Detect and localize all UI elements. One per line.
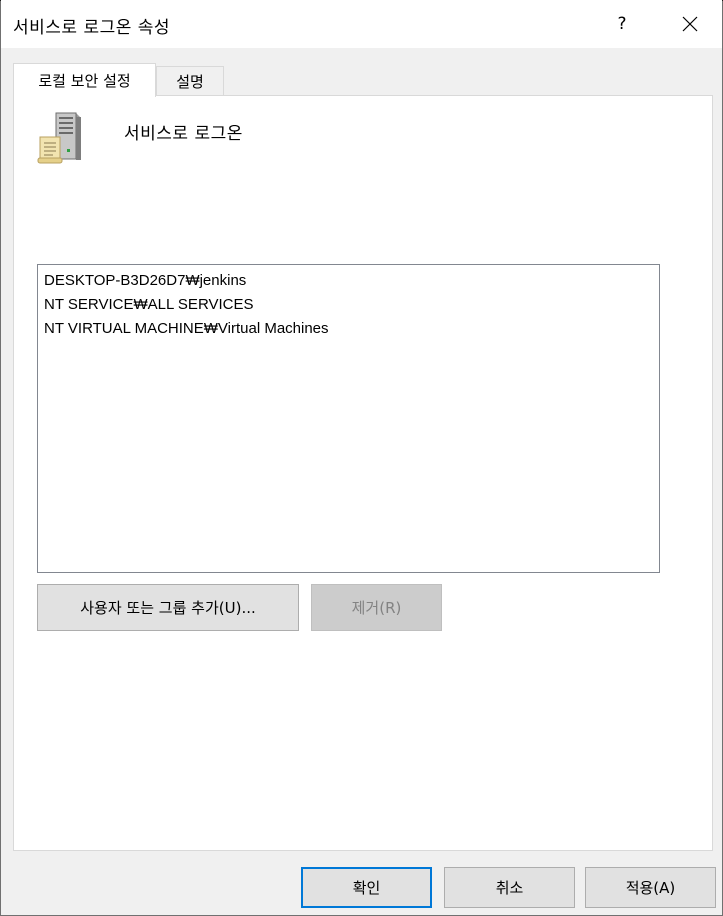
policy-name: 서비스로 로그온	[124, 124, 243, 144]
tab-label: 설명	[176, 73, 204, 91]
help-button[interactable]: ?	[599, 2, 645, 46]
list-item[interactable]: NT VIRTUAL MACHINE₩Virtual Machines	[38, 317, 659, 341]
server-icon	[37, 112, 81, 164]
add-user-or-group-button[interactable]: 사용자 또는 그룹 추가(U)...	[37, 584, 299, 631]
properties-dialog: 서비스로 로그온 속성 ? 로컬 보안 설정 설명 서비스로 로그온 DESKT…	[0, 0, 723, 916]
tab-label: 로컬 보안 설정	[38, 72, 131, 90]
window-title: 서비스로 로그온 속성	[13, 18, 171, 38]
title-bar[interactable]: 서비스로 로그온 속성 ?	[1, 0, 722, 48]
close-button[interactable]	[667, 2, 713, 46]
tab-panel: 서비스로 로그온 DESKTOP-B3D26D7₩jenkins NT SERV…	[13, 95, 713, 851]
help-icon: ?	[617, 14, 627, 34]
remove-button[interactable]: 제거(R)	[311, 584, 442, 631]
apply-button[interactable]: 적용(A)	[585, 867, 716, 908]
ok-button[interactable]: 확인	[301, 867, 432, 908]
list-item[interactable]: NT SERVICE₩ALL SERVICES	[38, 293, 659, 317]
tab-local-security-setting[interactable]: 로컬 보안 설정	[13, 63, 156, 97]
list-item[interactable]: DESKTOP-B3D26D7₩jenkins	[38, 269, 659, 293]
cancel-button[interactable]: 취소	[444, 867, 575, 908]
tab-explain[interactable]: 설명	[156, 66, 224, 96]
close-icon	[682, 16, 698, 32]
accounts-listbox[interactable]: DESKTOP-B3D26D7₩jenkins NT SERVICE₩ALL S…	[37, 264, 660, 573]
